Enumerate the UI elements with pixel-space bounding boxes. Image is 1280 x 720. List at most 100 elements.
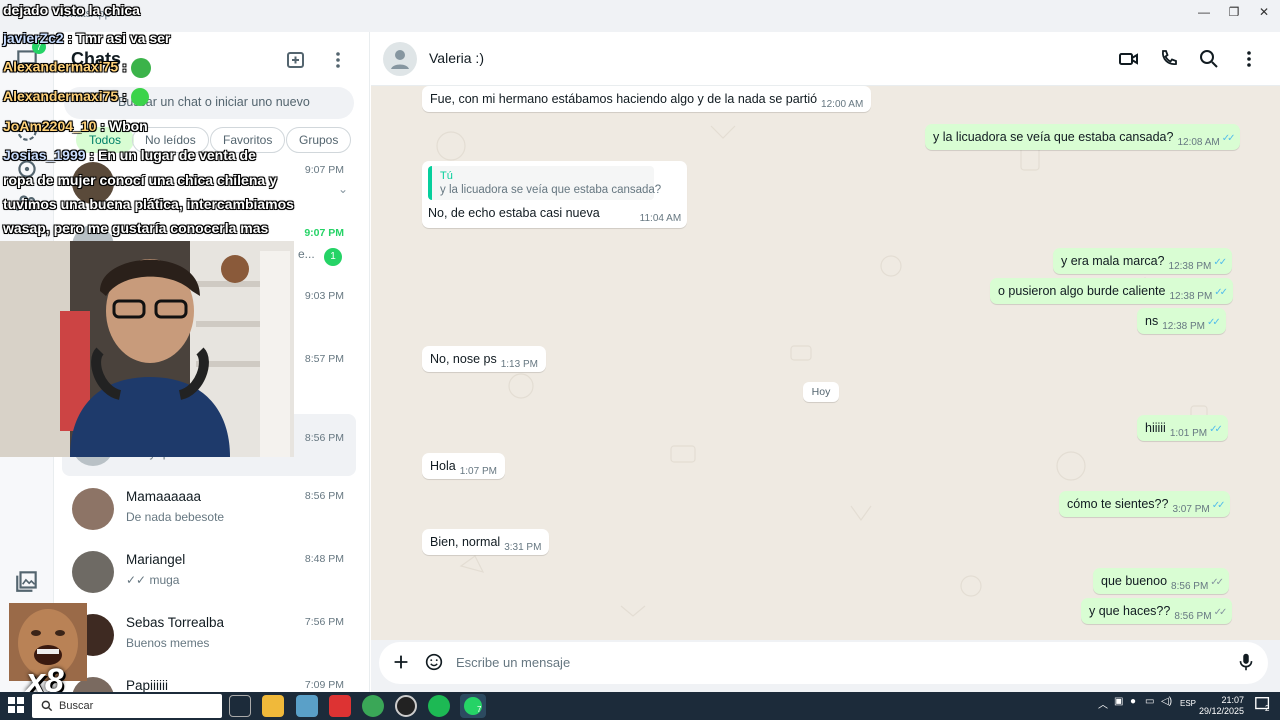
media-gallery-icon[interactable]	[14, 568, 40, 594]
channels-icon[interactable]	[14, 156, 40, 182]
obs-icon[interactable]	[395, 695, 417, 717]
chat-list-item[interactable]: Mariangel ✓✓ muga 8:48 PM	[62, 541, 356, 603]
message-incoming[interactable]: Bien, normal 3:31 PM	[422, 529, 550, 555]
message-text: Hola	[430, 459, 456, 473]
delivered-receipt-icon: ✓✓	[1213, 607, 1228, 618]
conversation-menu-icon[interactable]	[1237, 47, 1261, 71]
tray-chevron-icon[interactable]: ︿	[1098, 696, 1108, 711]
quoted-message[interactable]: Tú y la licuadora se veía que estaba can…	[428, 166, 661, 200]
chat-preview: ✓✓ muga	[126, 573, 180, 587]
read-receipt-icon: ✓✓	[1207, 317, 1221, 328]
minimize-button[interactable]: —	[1188, 2, 1220, 22]
task-view-icon[interactable]	[229, 695, 251, 717]
menu-kebab-icon[interactable]	[326, 48, 350, 72]
message-text: No, de echo estaba casi nueva	[428, 206, 600, 220]
chrome-icon[interactable]	[362, 695, 384, 717]
message-outgoing[interactable]: cómo te sientes?? 3:07 PM ✓✓	[1059, 491, 1231, 517]
message-incoming-reply[interactable]: Tú y la licuadora se veía que estaba can…	[422, 161, 688, 228]
delivered-receipt-icon: ✓✓	[1210, 577, 1224, 588]
close-button[interactable]: ✕	[1248, 2, 1280, 22]
tray-app-icon[interactable]: ▣	[1114, 696, 1123, 707]
volume-icon[interactable]: ◁)	[1161, 696, 1172, 707]
avatar	[72, 551, 114, 593]
taskbar-search-placeholder: Buscar	[59, 700, 94, 712]
message-time: 3:07 PM	[1172, 504, 1210, 515]
chat-preview: De nada bebesote	[126, 510, 225, 524]
chat-list-item[interactable]: Mamaaaaaa De nada bebesote 8:56 PM	[62, 478, 356, 540]
message-time: 8:56 PM	[1171, 581, 1209, 592]
whatsapp-taskbar-icon[interactable]: 7	[460, 694, 486, 718]
chat-list-item[interactable]: 9:07 PM ⌄	[62, 152, 356, 214]
message-outgoing[interactable]: o pusieron algo burde caliente 12:38 PM ✓✓	[990, 278, 1234, 304]
microphone-icon[interactable]: ●	[1130, 696, 1136, 707]
search-input[interactable]: Buscar un chat o iniciar uno nuevo	[64, 87, 354, 119]
chevron-down-icon[interactable]: ⌄	[338, 182, 348, 196]
filter-favorites-chip[interactable]: Favoritos	[210, 127, 286, 153]
message-time: 1:13 PM	[500, 359, 538, 370]
chat-time: 9:07 PM	[304, 227, 344, 239]
contact-name[interactable]: Valeria :)	[429, 50, 484, 66]
language-indicator[interactable]: ESP	[1180, 699, 1196, 708]
message-time: 3:31 PM	[504, 542, 542, 553]
network-icon[interactable]: ▭	[1145, 696, 1154, 707]
status-icon[interactable]	[14, 118, 40, 144]
clock-date: 29/12/2025	[1198, 706, 1244, 716]
message-outgoing[interactable]: que buenoo 8:56 PM ✓✓	[1093, 568, 1230, 594]
message-text: Fue, con mi hermano estábamos haciendo a…	[430, 92, 818, 106]
message-outgoing[interactable]: y era mala marca? 12:38 PM ✓✓	[1053, 248, 1233, 274]
message-time: 12:00 AM	[821, 99, 864, 110]
taskbar-clock[interactable]: 21:07 29/12/2025	[1199, 695, 1244, 717]
start-button-icon[interactable]	[6, 695, 28, 717]
message-input[interactable]: Escribe un mensaje	[456, 655, 570, 670]
message-incoming[interactable]: Fue, con mi hermano estábamos haciendo a…	[422, 86, 872, 112]
filter-unread-chip[interactable]: No leídos	[132, 127, 209, 153]
message-outgoing[interactable]: ns 12:38 PM ✓✓	[1137, 308, 1226, 334]
message-text: o pusieron algo burde caliente	[998, 284, 1166, 298]
chat-list-item[interactable]: Papiiiiii 7:09 PM	[62, 667, 356, 692]
filter-groups-chip[interactable]: Grupos	[286, 127, 352, 153]
chat-list-item[interactable]: Sebas Torrealba Buenos memes 7:56 PM	[62, 604, 356, 666]
message-outgoing[interactable]: y la licuadora se veía que estaba cansad…	[925, 124, 1241, 150]
message-time: 12:38 PM	[1162, 321, 1206, 332]
clock-time: 21:07	[1221, 695, 1244, 705]
file-explorer-icon[interactable]	[262, 695, 284, 717]
contact-avatar[interactable]	[383, 42, 417, 76]
message-list[interactable]: Fue, con mi hermano estábamos haciendo a…	[371, 86, 1280, 640]
chat-time: 8:57 PM	[304, 353, 344, 365]
panel-title: Chats	[71, 49, 122, 69]
unread-count-badge: 7	[32, 40, 46, 54]
message-outgoing[interactable]: hiiiii 1:01 PM ✓✓	[1137, 415, 1228, 441]
chat-name: Mariangel	[126, 552, 186, 567]
app-icon[interactable]	[329, 695, 351, 717]
message-time: 1:01 PM	[1169, 428, 1208, 439]
message-time: 8:56 PM	[1174, 611, 1212, 622]
maximize-button[interactable]: ❐	[1218, 2, 1250, 22]
communities-icon[interactable]	[14, 190, 40, 216]
notepad-icon[interactable]	[296, 695, 318, 717]
message-text: cómo te sientes??	[1067, 497, 1169, 511]
message-outgoing[interactable]: y que haces?? 8:56 PM ✓✓	[1081, 598, 1233, 624]
chat-time: 8:56 PM	[304, 432, 344, 444]
emoji-sticker-icon[interactable]	[423, 651, 445, 673]
message-incoming[interactable]: No, nose ps 1:13 PM	[422, 346, 546, 372]
chat-preview: e...	[298, 247, 315, 261]
filter-all-chip[interactable]: Todos	[76, 127, 135, 153]
window-titlebar: WhatsApp — ❐ ✕	[0, 0, 1280, 32]
search-icon[interactable]	[1197, 47, 1221, 71]
message-incoming[interactable]: Hola 1:07 PM	[422, 453, 505, 479]
whatsapp-badge: 7	[477, 705, 482, 714]
spotify-icon[interactable]	[428, 695, 450, 717]
microphone-icon[interactable]	[1235, 651, 1257, 673]
new-chat-icon[interactable]	[284, 48, 308, 72]
taskbar-search-input[interactable]: Buscar	[32, 694, 222, 718]
video-call-icon[interactable]	[1117, 47, 1141, 71]
conversation-header: Valeria :)	[371, 32, 1280, 86]
webcam-overlay	[0, 241, 294, 457]
message-time: 11:04 AM	[639, 213, 682, 224]
attach-plus-icon[interactable]	[390, 651, 412, 673]
voice-call-icon[interactable]	[1157, 47, 1181, 71]
message-text: No, nose ps	[430, 352, 497, 366]
chat-time: 8:56 PM	[304, 490, 344, 502]
notifications-icon[interactable]: 2	[1254, 695, 1274, 715]
chat-time: 9:07 PM	[304, 164, 344, 176]
